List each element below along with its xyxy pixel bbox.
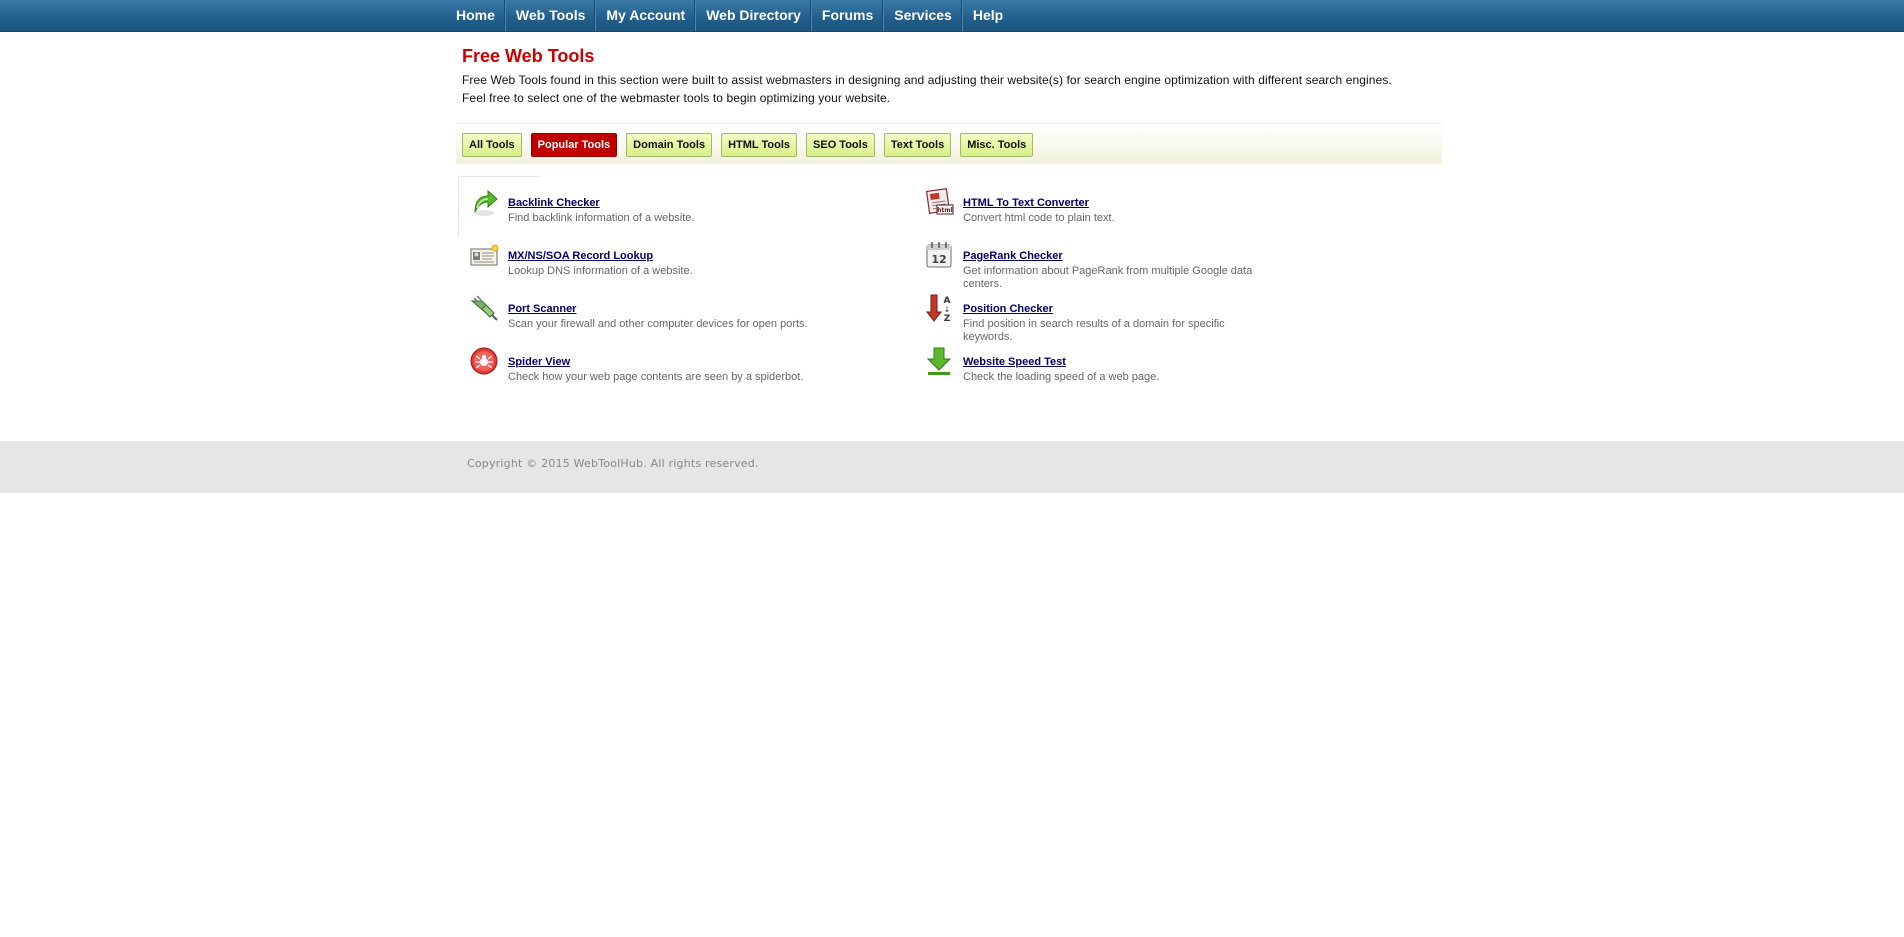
green-arrow-icon — [474, 189, 498, 216]
spider-icon — [470, 347, 498, 375]
tool-link-website-speed-test[interactable]: Website Speed Test — [963, 356, 1066, 368]
tool-link-html-to-text-converter[interactable]: HTML To Text Converter — [963, 197, 1089, 209]
tool-item-spider-view: Spider View Check how your web page cont… — [458, 335, 898, 384]
tool-item-port-scanner: Port Scanner Scan your firewall and othe… — [458, 282, 898, 331]
nav-forums[interactable]: Forums — [810, 0, 883, 31]
tool-link-port-scanner[interactable]: Port Scanner — [508, 303, 576, 315]
tool-description: Check the loading speed of a web page. — [963, 371, 1160, 383]
page-header: Free Web Tools Free Web Tools found in t… — [456, 40, 1446, 107]
tab-html-tools[interactable]: HTML Tools — [721, 133, 798, 157]
page-description: Free Web Tools found in this section wer… — [462, 71, 1446, 107]
nav-services[interactable]: Services — [883, 0, 962, 31]
svg-text:12: 12 — [931, 253, 946, 266]
tool-item-website-speed-test: Website Speed Test Check the loading spe… — [913, 335, 1353, 384]
nav-web-tools[interactable]: Web Tools — [504, 0, 595, 31]
svg-text:↓: ↓ — [944, 305, 951, 314]
html-document-icon: html — [925, 188, 954, 215]
description-line-2: Feel free to select one of the webmaster… — [462, 91, 891, 105]
nav-my-account[interactable]: My Account — [595, 0, 695, 31]
plug-icon — [470, 295, 498, 321]
footer: Copyright © 2015 WebToolHub. All rights … — [0, 441, 1904, 493]
category-tab-bar: All Tools Popular Tools Domain Tools HTM… — [456, 123, 1442, 164]
id-card-icon — [470, 244, 499, 266]
tab-text-tools[interactable]: Text Tools — [883, 133, 952, 157]
page-title: Free Web Tools — [462, 46, 595, 66]
svg-text:Z: Z — [944, 314, 951, 324]
tool-description: Find backlink information of a website. — [508, 212, 695, 224]
calendar-icon: 12 — [926, 242, 952, 268]
top-navigation-bar: Home Web Tools My Account Web Directory … — [0, 0, 1904, 32]
tab-misc-tools[interactable]: Misc. Tools — [960, 133, 1034, 157]
nav-home[interactable]: Home — [446, 0, 505, 31]
tab-popular-tools[interactable]: Popular Tools — [530, 133, 618, 157]
tool-item-mx-ns-soa-record-lookup: MX/NS/SOA Record Lookup Lookup DNS infor… — [458, 229, 898, 278]
svg-text:html: html — [937, 207, 952, 214]
tool-item-html-to-text-converter: html HTML To Text Converter Convert html… — [913, 176, 1353, 225]
tool-description: Convert html code to plain text. — [963, 212, 1115, 224]
tool-description: Lookup DNS information of a website. — [508, 265, 693, 277]
main-nav: Home Web Tools My Account Web Directory … — [446, 0, 1013, 31]
tab-domain-tools[interactable]: Domain Tools — [626, 133, 713, 157]
nav-web-directory[interactable]: Web Directory — [695, 0, 811, 31]
copyright-text: Copyright © 2015 WebToolHub. All rights … — [467, 457, 759, 470]
tool-description: Scan your firewall and other computer de… — [508, 318, 808, 330]
download-arrow-icon — [926, 347, 952, 375]
tab-seo-tools[interactable]: SEO Tools — [806, 133, 875, 157]
tool-link-position-checker[interactable]: Position Checker — [963, 303, 1053, 315]
tool-link-mx-ns-soa-record-lookup[interactable]: MX/NS/SOA Record Lookup — [508, 250, 653, 262]
category-tabs: All Tools Popular Tools Domain Tools HTM… — [462, 133, 1034, 157]
tool-link-pagerank-checker[interactable]: PageRank Checker — [963, 250, 1063, 262]
nav-help[interactable]: Help — [961, 0, 1013, 31]
description-line-1: Free Web Tools found in this section wer… — [462, 73, 1392, 87]
tool-description: Check how your web page contents are see… — [508, 371, 804, 383]
sort-arrow-icon: A ↓ Z — [925, 294, 951, 324]
tool-item-backlink-checker: Backlink Checker Find backlink informati… — [458, 176, 898, 225]
tool-link-spider-view[interactable]: Spider View — [508, 356, 570, 368]
tool-link-backlink-checker[interactable]: Backlink Checker — [508, 197, 600, 209]
tab-all-tools[interactable]: All Tools — [462, 133, 522, 157]
